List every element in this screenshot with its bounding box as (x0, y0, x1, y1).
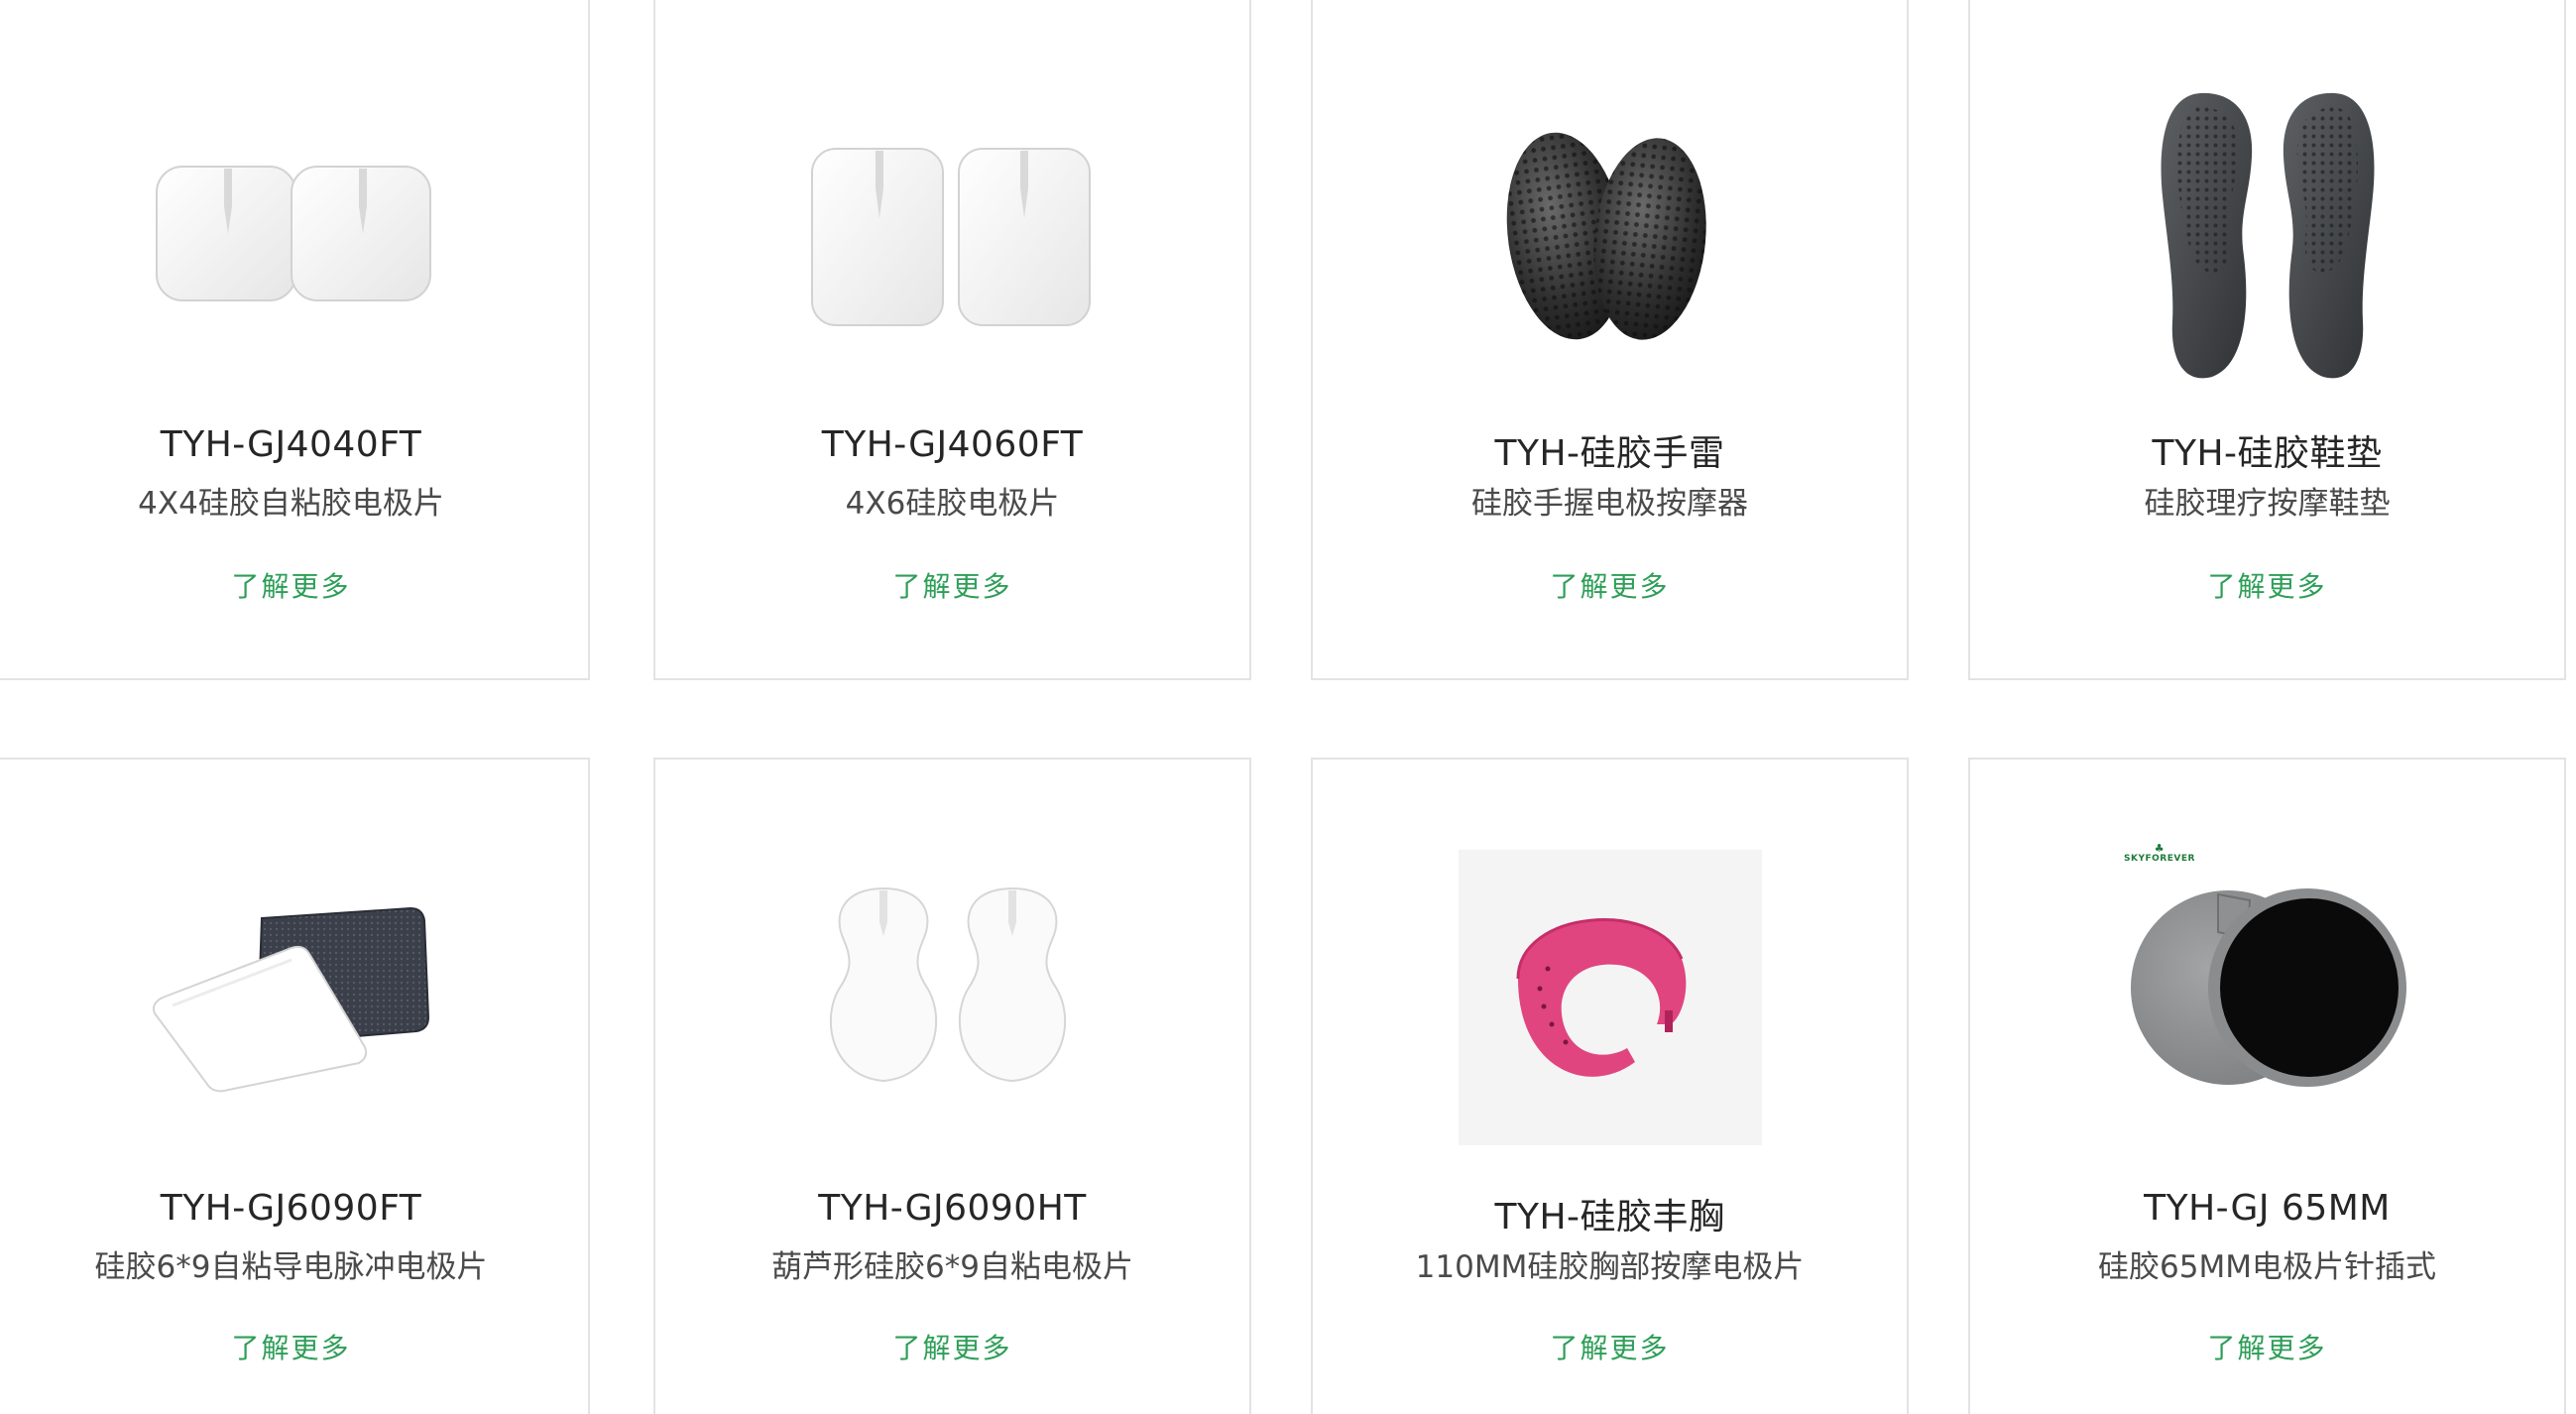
breast-massage-pad-image (1458, 850, 1762, 1145)
insole-image (2161, 92, 2374, 379)
square-electrode-pads-image (155, 166, 431, 301)
product-card[interactable]: TYH-硅胶丰胸 110MM硅胶胸部按摩电极片 了解更多 (1311, 758, 1909, 1414)
learn-more-link[interactable]: 了解更多 (655, 565, 1249, 605)
product-card[interactable]: TYH-GJ4060FT 4X6硅胶电极片 了解更多 (653, 0, 1251, 680)
product-card[interactable]: TYH-GJ4040FT 4X4硅胶自粘胶电极片 了解更多 (0, 0, 590, 680)
product-card[interactable]: ♣ SKYFOREVER TYH-GJ 65MM 硅胶65MM电极片针插式 了解… (1968, 758, 2566, 1414)
large-electrode-pads-image (152, 906, 429, 1093)
product-description: 110MM硅胶胸部按摩电极片 (1415, 1249, 1805, 1285)
learn-more-link[interactable]: 了解更多 (1313, 1327, 1907, 1366)
product-card[interactable]: TYH-GJ6090HT 葫芦形硅胶6*9自粘电极片 了解更多 (653, 758, 1251, 1414)
product-model[interactable]: TYH-硅胶鞋垫 (1970, 424, 2564, 476)
grip-massager-image (1506, 132, 1706, 340)
gourd-electrode-pads-image (829, 886, 1066, 1083)
product-image[interactable] (1313, 77, 1907, 395)
product-model[interactable]: TYH-GJ6090FT (0, 1188, 588, 1229)
round-electrode-pads-image (2130, 888, 2406, 1087)
learn-more-link[interactable]: 了解更多 (655, 1327, 1249, 1366)
product-description: 硅胶65MM电极片针插式 (2098, 1249, 2436, 1285)
product-model[interactable]: TYH-GJ 65MM (1970, 1188, 2564, 1229)
product-image[interactable] (655, 77, 1249, 395)
product-image[interactable] (1313, 839, 1907, 1156)
product-image[interactable] (655, 829, 1249, 1146)
rect-electrode-pads-image (810, 148, 1091, 326)
product-image[interactable] (0, 829, 588, 1146)
product-model[interactable]: TYH-GJ4040FT (0, 424, 588, 465)
product-description: 4X4硅胶自粘胶电极片 (138, 486, 444, 522)
product-model[interactable]: TYH-GJ6090HT (655, 1188, 1249, 1229)
product-card[interactable]: TYH-硅胶手雷 硅胶手握电极按摩器 了解更多 (1311, 0, 1909, 680)
product-card[interactable]: TYH-GJ6090FT 硅胶6*9自粘导电脉冲电极片 了解更多 (0, 758, 590, 1414)
product-grid: TYH-GJ4040FT 4X4硅胶自粘胶电极片 了解更多 TYH-GJ4060… (0, 0, 2576, 1414)
product-image[interactable] (1970, 77, 2564, 395)
product-model[interactable]: TYH-硅胶手雷 (1313, 424, 1907, 476)
product-description: 硅胶6*9自粘导电脉冲电极片 (94, 1249, 488, 1285)
product-description: 葫芦形硅胶6*9自粘电极片 (771, 1249, 1133, 1285)
learn-more-link[interactable]: 了解更多 (0, 1327, 588, 1366)
product-model[interactable]: TYH-GJ4060FT (655, 424, 1249, 465)
product-image[interactable] (1970, 829, 2564, 1146)
product-model[interactable]: TYH-硅胶丰胸 (1313, 1188, 1907, 1239)
product-image[interactable] (0, 77, 588, 395)
product-description: 硅胶手握电极按摩器 (1471, 486, 1748, 522)
learn-more-link[interactable]: 了解更多 (1970, 565, 2564, 605)
learn-more-link[interactable]: 了解更多 (0, 565, 588, 605)
learn-more-link[interactable]: 了解更多 (1970, 1327, 2564, 1366)
learn-more-link[interactable]: 了解更多 (1313, 565, 1907, 605)
product-description: 4X6硅胶电极片 (845, 486, 1060, 522)
product-description: 硅胶理疗按摩鞋垫 (2144, 486, 2391, 522)
product-card[interactable]: TYH-硅胶鞋垫 硅胶理疗按摩鞋垫 了解更多 (1968, 0, 2566, 680)
